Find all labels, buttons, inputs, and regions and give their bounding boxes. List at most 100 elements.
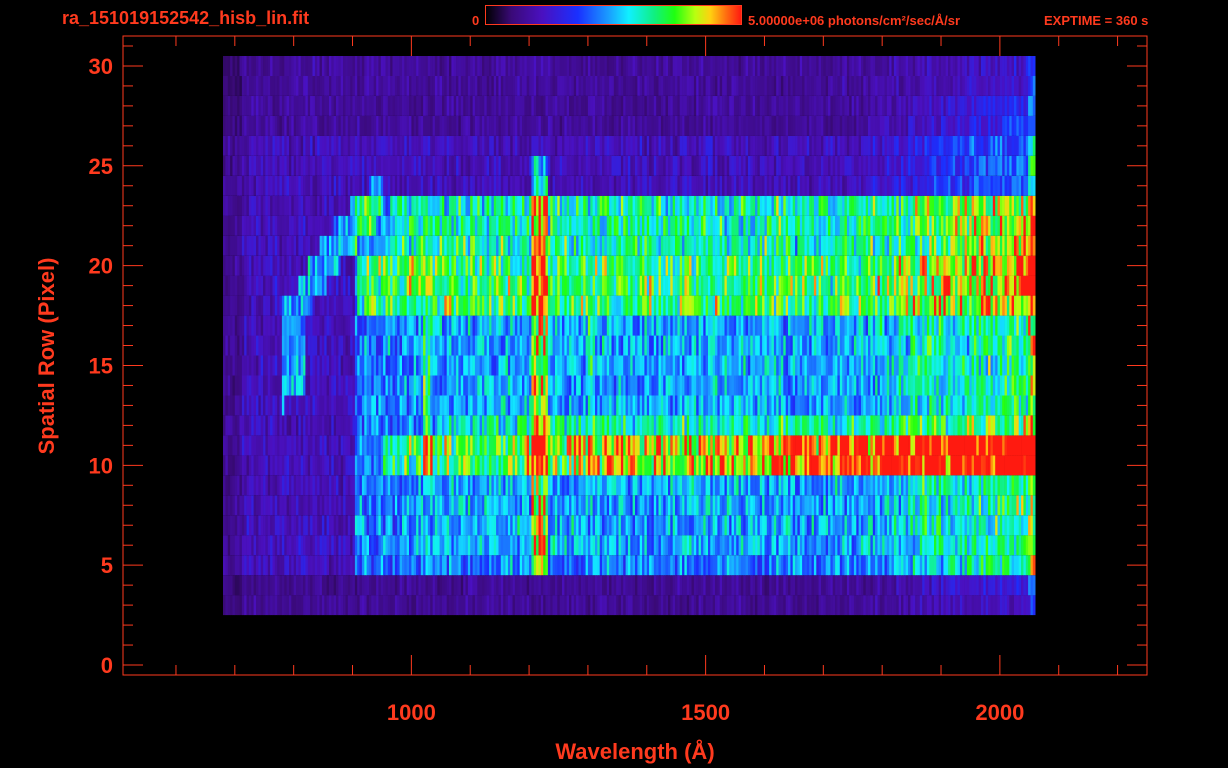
heatmap-cell (684, 515, 688, 536)
heatmap-cell (790, 435, 794, 456)
heatmap-cell (668, 555, 671, 576)
heatmap-cell (995, 435, 998, 456)
heatmap-cell (773, 375, 777, 396)
heatmap-cell (863, 475, 866, 496)
heatmap-cell (985, 435, 989, 456)
heatmap-cell (905, 435, 909, 456)
heatmap-cell (639, 515, 643, 536)
heatmap-cell (338, 595, 342, 616)
heatmap-cell (361, 355, 365, 376)
heatmap-cell (369, 595, 372, 616)
heatmap-cell (394, 455, 398, 476)
heatmap-cell (484, 495, 487, 516)
heatmap-cell (514, 575, 518, 596)
heatmap-cell (889, 495, 892, 516)
heatmap-cell (479, 435, 483, 456)
heatmap-cell (307, 455, 311, 476)
heatmap-cell (936, 375, 939, 396)
heatmap-cell (439, 315, 443, 336)
heatmap-cell (740, 575, 744, 596)
heatmap-cell (267, 495, 271, 516)
heatmap-cell (818, 495, 822, 516)
heatmap-cell (590, 355, 593, 376)
heatmap-cell (644, 455, 648, 476)
heatmap-cell (347, 435, 351, 456)
heatmap-cell (489, 435, 492, 456)
heatmap-cell (446, 415, 450, 436)
heatmap-cell (597, 575, 600, 596)
heatmap-cell (630, 415, 633, 436)
heatmap-cell (265, 475, 269, 496)
heatmap-cell (442, 435, 445, 456)
heatmap-cell (750, 595, 753, 616)
heatmap-cell (966, 375, 970, 396)
heatmap-cell (635, 555, 638, 576)
heatmap-cell (896, 395, 899, 416)
heatmap-cell (314, 355, 318, 376)
heatmap-cell (764, 355, 768, 376)
heatmap-cell (679, 435, 683, 456)
heatmap-cell (646, 455, 650, 476)
heatmap-cell (893, 335, 897, 356)
heatmap-cell (425, 435, 429, 456)
heatmap-cell (451, 515, 455, 536)
heatmap-cell (764, 575, 768, 596)
heatmap-cell (524, 515, 528, 536)
heatmap-cell (693, 555, 697, 576)
heatmap-cell (821, 395, 824, 416)
heatmap-cell (267, 535, 271, 556)
heatmap-cell (321, 515, 325, 536)
heatmap-cell (552, 455, 556, 476)
heatmap-cell (875, 375, 878, 396)
heatmap-cell (571, 315, 575, 336)
heatmap-cell (846, 475, 850, 496)
heatmap-cell (738, 595, 742, 616)
heatmap-cell (999, 355, 1003, 376)
heatmap-cell (931, 415, 935, 436)
heatmap-cell (846, 595, 850, 616)
heatmap-cell (533, 495, 537, 516)
heatmap-cell (893, 535, 897, 556)
heatmap-cell (578, 415, 582, 436)
heatmap-cell (496, 415, 499, 436)
heatmap-cell (602, 335, 605, 356)
heatmap-cell (239, 335, 243, 356)
heatmap-cell (258, 495, 262, 516)
heatmap-cell (616, 535, 619, 556)
heatmap-cell (241, 335, 245, 356)
heatmap-cell (260, 535, 264, 556)
heatmap-cell (627, 415, 631, 436)
heatmap-cell (291, 495, 294, 516)
heatmap-cell (611, 515, 615, 536)
heatmap-cell (317, 575, 320, 596)
heatmap-cell (604, 595, 608, 616)
heatmap-cell (510, 395, 513, 416)
heatmap-cell (293, 595, 297, 616)
heatmap-cell (1028, 335, 1031, 356)
heatmap-cell (590, 435, 593, 456)
heatmap-cell (576, 495, 579, 516)
heatmap-cell (604, 335, 608, 356)
heatmap-cell (1025, 455, 1029, 476)
heatmap-cell (752, 595, 756, 616)
heatmap-cell (1016, 355, 1020, 376)
heatmap-cell (274, 355, 278, 376)
heatmap-cell (260, 315, 264, 336)
heatmap-cell (566, 315, 570, 336)
heatmap-cell (811, 515, 815, 536)
heatmap-cell (234, 555, 238, 576)
heatmap-cell (755, 535, 758, 556)
heatmap-cell (797, 595, 801, 616)
heatmap-cell (778, 415, 782, 436)
heatmap-cell (253, 495, 257, 516)
heatmap-cell (260, 435, 264, 456)
heatmap-cell (971, 435, 975, 456)
heatmap-cell (684, 455, 688, 476)
heatmap-cell (296, 475, 299, 496)
heatmap-cell (762, 415, 765, 436)
heatmap-cell (263, 515, 266, 536)
heatmap-cell (307, 495, 311, 516)
heatmap-cell (1032, 595, 1036, 616)
heatmap-cell (797, 495, 801, 516)
heatmap-cell (451, 535, 455, 556)
